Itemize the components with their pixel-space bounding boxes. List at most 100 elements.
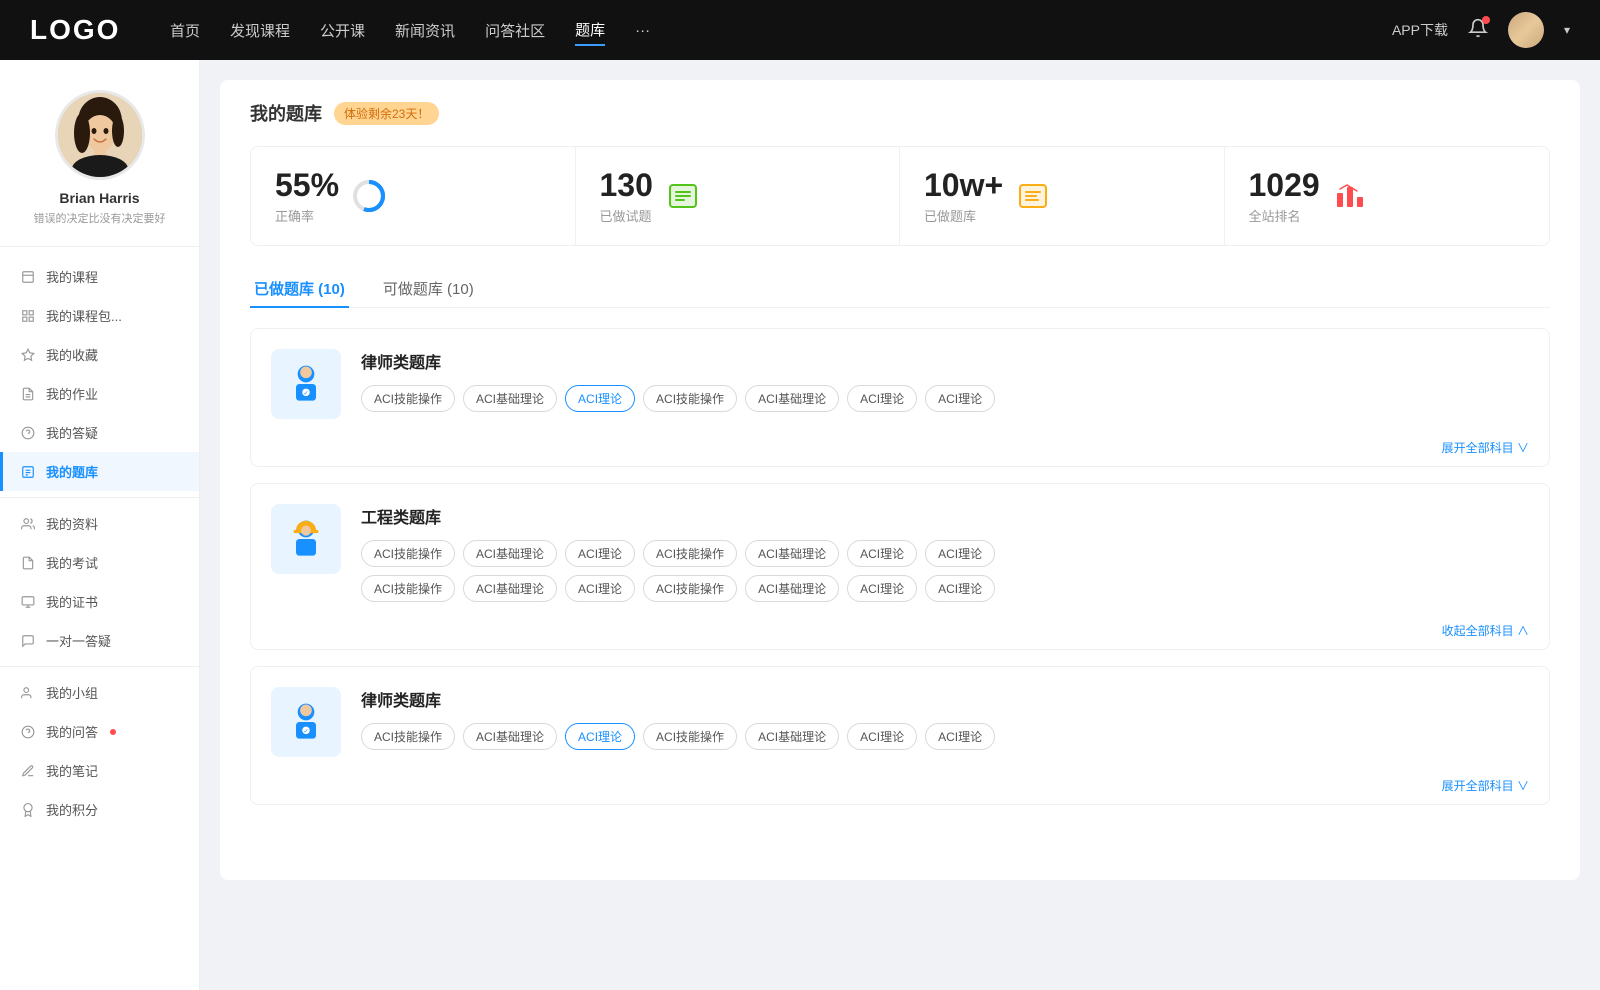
bank-tag[interactable]: ACI理论 (565, 575, 635, 602)
stat-done-banks: 10w+ 已做题库 (900, 147, 1225, 245)
page-title: 我的题库 (250, 100, 322, 126)
group-icon (20, 685, 36, 701)
sidebar-item-certificate[interactable]: 我的证书 (0, 582, 199, 621)
bank-tag[interactable]: ACI技能操作 (643, 540, 737, 567)
bank-tag[interactable]: ACI理论 (847, 385, 917, 412)
notes-icon (20, 763, 36, 779)
sidebar-item-my-data[interactable]: 我的资料 (0, 504, 199, 543)
stat-accuracy-icon (351, 178, 387, 214)
certificate-icon (20, 594, 36, 610)
user-menu-chevron[interactable]: ▾ (1564, 23, 1570, 37)
app-download-button[interactable]: APP下载 (1392, 20, 1448, 40)
sidebar-item-group[interactable]: 我的小组 (0, 673, 199, 712)
navbar-right: APP下载 ▾ (1392, 12, 1570, 48)
bank-tags-lawyer-2: ACI技能操作 ACI基础理论 ACI理论 ACI技能操作 ACI基础理论 AC… (361, 723, 1529, 750)
bank-tags-row2-engineer-1: ACI技能操作 ACI基础理论 ACI理论 ACI技能操作 ACI基础理论 AC… (361, 575, 1529, 602)
bank-tag[interactable]: ACI基础理论 (463, 540, 557, 567)
bank-tag[interactable]: ACI基础理论 (745, 723, 839, 750)
svg-text:✓: ✓ (304, 729, 309, 735)
bank-tag[interactable]: ACI理论 (925, 385, 995, 412)
bank-tag-selected[interactable]: ACI理论 (565, 723, 635, 750)
tab-done-banks[interactable]: 已做题库 (10) (250, 270, 349, 307)
homework-icon (20, 386, 36, 402)
bank-tag[interactable]: ACI理论 (925, 540, 995, 567)
stat-ranking-number: 1029 (1249, 167, 1320, 204)
tab-available-banks[interactable]: 可做题库 (10) (379, 270, 478, 307)
sidebar-item-questions[interactable]: 我的答疑 (0, 413, 199, 452)
profile-avatar[interactable] (55, 90, 145, 180)
notification-dot (1482, 16, 1490, 24)
bank-footer-engineer-1: 收起全部科目 ∧ (251, 622, 1549, 649)
bank-content-engineer-1: 工程类题库 ACI技能操作 ACI基础理论 ACI理论 ACI技能操作 ACI基… (361, 504, 1529, 602)
sidebar-item-course-package[interactable]: 我的课程包... (0, 296, 199, 335)
question-icon (20, 425, 36, 441)
bank-tag[interactable]: ACI技能操作 (361, 723, 455, 750)
bank-expand-engineer-1[interactable]: 收起全部科目 ∧ (1442, 622, 1529, 639)
nav-more[interactable]: ··· (635, 18, 650, 43)
bank-tag[interactable]: ACI技能操作 (643, 575, 737, 602)
bank-title-lawyer-2: 律师类题库 (361, 687, 1529, 711)
bank-tag[interactable]: ACI理论 (847, 723, 917, 750)
sidebar-item-my-qa[interactable]: 我的问答 (0, 712, 199, 751)
nav-news[interactable]: 新闻资讯 (395, 16, 455, 45)
navbar: LOGO 首页 发现课程 公开课 新闻资讯 问答社区 题库 ··· APP下载 … (0, 0, 1600, 60)
bank-tag[interactable]: ACI理论 (925, 575, 995, 602)
nav-open-course[interactable]: 公开课 (320, 16, 365, 45)
nav-qa[interactable]: 问答社区 (485, 16, 545, 45)
bank-tag[interactable]: ACI基础理论 (745, 385, 839, 412)
bank-expand-lawyer-1[interactable]: 展开全部科目 ∨ (1442, 439, 1529, 456)
stats-row: 55% 正确率 130 已做试题 (250, 146, 1550, 246)
bank-tag-selected[interactable]: ACI理论 (565, 385, 635, 412)
bank-tag[interactable]: ACI技能操作 (361, 385, 455, 412)
star-icon (20, 347, 36, 363)
stat-done-questions-label: 已做试题 (600, 206, 653, 225)
bank-tag[interactable]: ACI技能操作 (643, 723, 737, 750)
sidebar-item-favorites[interactable]: 我的收藏 (0, 335, 199, 374)
bank-tag[interactable]: ACI理论 (847, 540, 917, 567)
sidebar-item-question-bank[interactable]: 我的题库 (0, 452, 199, 491)
question-bank-icon (20, 464, 36, 480)
user-avatar[interactable] (1508, 12, 1544, 48)
bank-tag[interactable]: ACI基础理论 (745, 540, 839, 567)
sidebar-item-exam[interactable]: 我的考试 (0, 543, 199, 582)
sidebar-profile: Brian Harris 错误的决定比没有决定要好 (0, 80, 199, 247)
sidebar: Brian Harris 错误的决定比没有决定要好 我的课程 我的课程包... (0, 60, 200, 990)
data-icon (20, 516, 36, 532)
nav-home[interactable]: 首页 (170, 16, 200, 45)
bank-card-lawyer-1: ✓ 律师类题库 ACI技能操作 ACI基础理论 ACI理论 ACI技能操作 AC… (250, 328, 1550, 467)
stat-done-banks-label: 已做题库 (924, 206, 1003, 225)
stat-accuracy-label: 正确率 (275, 206, 339, 225)
bank-expand-lawyer-2[interactable]: 展开全部科目 ∨ (1442, 777, 1529, 794)
sidebar-item-points[interactable]: 我的积分 (0, 790, 199, 829)
sidebar-item-one-on-one[interactable]: 一对一答疑 (0, 621, 199, 660)
bank-tag[interactable]: ACI技能操作 (361, 575, 455, 602)
bank-tags-row1-engineer-1: ACI技能操作 ACI基础理论 ACI理论 ACI技能操作 ACI基础理论 AC… (361, 540, 1529, 567)
bank-tags-lawyer-1: ACI技能操作 ACI基础理论 ACI理论 ACI技能操作 ACI基础理论 AC… (361, 385, 1529, 412)
stat-done-questions-icon (665, 178, 701, 214)
bank-tag[interactable]: ACI基础理论 (463, 575, 557, 602)
bank-tag[interactable]: ACI理论 (925, 723, 995, 750)
page-layout: Brian Harris 错误的决定比没有决定要好 我的课程 我的课程包... (0, 60, 1600, 990)
bank-tag[interactable]: ACI技能操作 (643, 385, 737, 412)
nav-question-bank[interactable]: 题库 (575, 15, 605, 46)
bank-icon-lawyer-2: ✓ (271, 687, 341, 757)
page-title-row: 我的题库 体验剩余23天！ (250, 100, 1550, 126)
nav-discover[interactable]: 发现课程 (230, 16, 290, 45)
sidebar-item-homework[interactable]: 我的作业 (0, 374, 199, 413)
qa-notification-dot (110, 729, 116, 735)
bank-tag[interactable]: ACI基础理论 (463, 723, 557, 750)
sidebar-item-my-course[interactable]: 我的课程 (0, 257, 199, 296)
bank-tag[interactable]: ACI基础理论 (745, 575, 839, 602)
bank-tag[interactable]: ACI理论 (847, 575, 917, 602)
stat-accuracy: 55% 正确率 (251, 147, 576, 245)
bank-tag[interactable]: ACI技能操作 (361, 540, 455, 567)
notification-bell[interactable] (1468, 18, 1488, 43)
bank-tag[interactable]: ACI理论 (565, 540, 635, 567)
bank-title-engineer-1: 工程类题库 (361, 504, 1529, 528)
sidebar-item-notes[interactable]: 我的笔记 (0, 751, 199, 790)
svg-text:✓: ✓ (304, 391, 309, 397)
profile-name: Brian Harris (59, 190, 139, 206)
bank-tag[interactable]: ACI基础理论 (463, 385, 557, 412)
bank-title-lawyer-1: 律师类题库 (361, 349, 1529, 373)
sidebar-menu: 我的课程 我的课程包... 我的收藏 我的作业 (0, 247, 199, 839)
